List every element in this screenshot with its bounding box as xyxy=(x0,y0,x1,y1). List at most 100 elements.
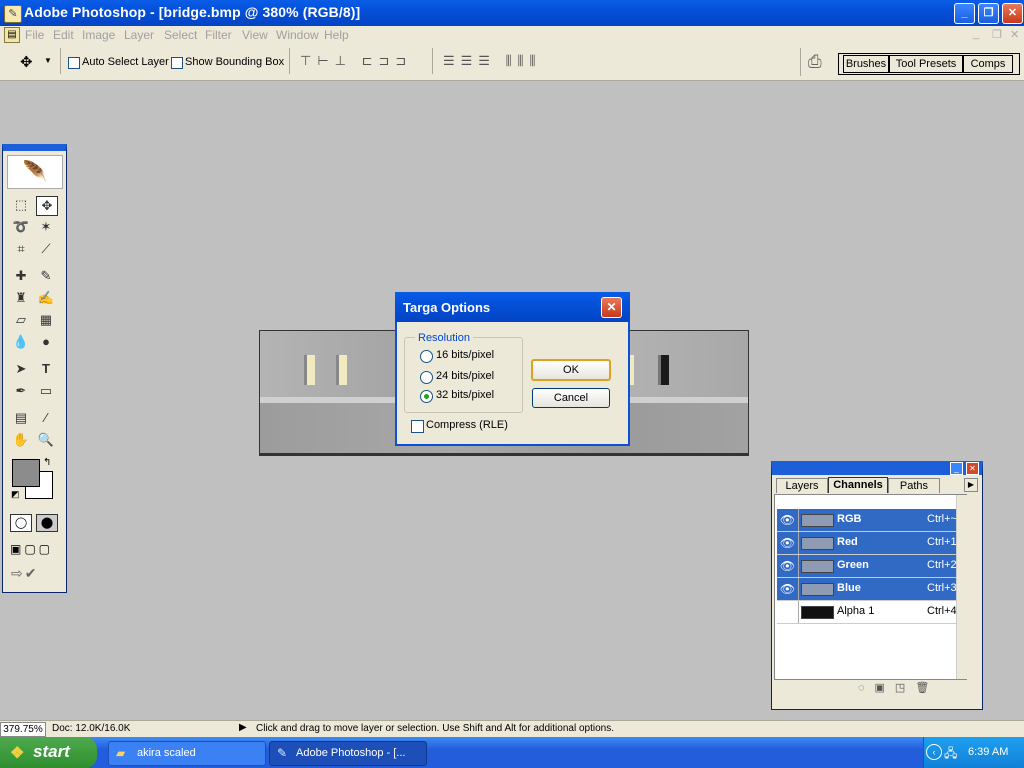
dialog-close-button[interactable]: ✕ xyxy=(601,297,622,318)
menu-help[interactable]: Help xyxy=(324,28,349,42)
panel-close-button[interactable]: ✕ xyxy=(966,462,979,475)
swap-colors-icon[interactable]: ↰ xyxy=(43,457,51,468)
file-browser-icon[interactable]: ⎙ xyxy=(808,52,822,72)
close-button[interactable]: ✕ xyxy=(1002,3,1023,24)
tab-channels[interactable]: Channels xyxy=(828,477,888,493)
move-tool-icon[interactable]: ✥ xyxy=(36,196,58,216)
slice-tool-icon[interactable]: ⟋ xyxy=(36,240,56,258)
foreground-color-swatch[interactable] xyxy=(12,459,40,487)
quick-mask-mode-icon[interactable]: ⬤ xyxy=(36,514,58,532)
toolbox: 🪶 ⬚ ✥ ➰ ✶ ⌗ ⟋ ✚ ✎ ♜ ✍ ▱ ▦ 💧 ● ➤ T ✒ ▭ ▤ … xyxy=(2,144,67,593)
eye-icon[interactable]: 👁 xyxy=(777,509,799,531)
minimize-button[interactable]: _ xyxy=(954,3,975,24)
rectangle-tool-icon[interactable]: ▭ xyxy=(36,382,56,400)
channel-row-alpha-1[interactable]: Alpha 1 Ctrl+4 xyxy=(777,601,966,624)
menu-filter[interactable]: Filter xyxy=(205,28,232,42)
channel-thumbnail xyxy=(801,537,834,550)
eye-icon[interactable]: 👁 xyxy=(777,532,799,554)
compress-rle-checkbox[interactable] xyxy=(411,420,424,433)
doc-close-icon[interactable]: ✕ xyxy=(1010,28,1019,41)
crop-tool-icon[interactable]: ⌗ xyxy=(11,240,31,258)
channel-thumbnail xyxy=(801,583,834,596)
tab-layers[interactable]: Layers xyxy=(776,478,828,493)
menu-view[interactable]: View xyxy=(242,28,268,42)
channels-list: 👁 RGB Ctrl+~ 👁 Red Ctrl+1 👁 Green Ctrl+2… xyxy=(774,494,967,680)
taskbar-item-label: akira scaled xyxy=(137,747,196,759)
path-selection-tool-icon[interactable]: ➤ xyxy=(11,360,31,378)
eraser-tool-icon[interactable]: ▱ xyxy=(11,311,31,329)
panel-menu-arrow-icon[interactable]: ▶ xyxy=(964,478,978,492)
blur-tool-icon[interactable]: 💧 xyxy=(11,333,31,351)
default-colors-icon[interactable]: ◩ xyxy=(11,489,20,500)
tray-expand-icon[interactable]: ‹ xyxy=(926,744,942,760)
tab-paths[interactable]: Paths xyxy=(888,478,940,493)
channel-shortcut: Ctrl+1 xyxy=(927,536,957,548)
magic-wand-tool-icon[interactable]: ✶ xyxy=(36,218,56,236)
zoom-field[interactable]: 379.75% xyxy=(0,722,46,737)
maximize-button[interactable]: ❐ xyxy=(978,3,999,24)
panel-bottom-icons[interactable]: ◌▣◳🗑 xyxy=(858,681,939,694)
start-button[interactable]: ❖ start xyxy=(0,737,97,768)
brush-tool-icon[interactable]: ✎ xyxy=(36,267,56,285)
show-bounding-box-checkbox[interactable] xyxy=(171,57,183,69)
history-brush-tool-icon[interactable]: ✍ xyxy=(36,289,56,307)
panel-minimize-button[interactable]: _ xyxy=(950,462,963,475)
menu-image[interactable]: Image xyxy=(82,28,115,42)
doc-restore-icon[interactable]: ❐ xyxy=(992,28,1002,41)
eye-icon[interactable]: 👁 xyxy=(777,578,799,600)
taskbar-item-akira-scaled[interactable]: ▰ akira scaled xyxy=(108,741,266,766)
radio-32-bits[interactable] xyxy=(420,390,433,403)
auto-select-layer-checkbox[interactable] xyxy=(68,57,80,69)
menu-window[interactable]: Window xyxy=(276,28,319,42)
adobe-feather-icon[interactable]: 🪶 xyxy=(7,155,63,189)
lasso-tool-icon[interactable]: ➰ xyxy=(11,218,31,236)
divider xyxy=(432,48,433,74)
ok-button[interactable]: OK xyxy=(531,359,611,381)
jump-to-imageready-icon[interactable]: ⇨✔ xyxy=(11,565,38,582)
menu-select[interactable]: Select xyxy=(164,28,197,42)
document-icon[interactable]: ▤ xyxy=(4,27,20,43)
channel-thumbnail xyxy=(801,560,834,573)
palette-well-comps-tab[interactable]: Comps xyxy=(963,55,1013,73)
network-icon[interactable]: 🖧 xyxy=(944,744,957,765)
hand-tool-icon[interactable]: ✋ xyxy=(11,431,31,449)
play-arrow-icon[interactable]: ▶ xyxy=(239,722,247,733)
screen-mode-icons[interactable]: ▣▢▢ xyxy=(10,542,53,556)
zoom-tool-icon[interactable]: 🔍 xyxy=(36,431,56,449)
menu-edit[interactable]: Edit xyxy=(53,28,74,42)
channel-name: RGB xyxy=(837,513,862,525)
clone-stamp-tool-icon[interactable]: ♜ xyxy=(11,289,31,307)
channel-row-green[interactable]: 👁 Green Ctrl+2 xyxy=(777,555,966,578)
chevron-down-icon[interactable]: ▼ xyxy=(44,56,52,65)
channel-name: Green xyxy=(837,559,869,571)
align-icons[interactable]: ⊤⊢⊥ ⊏⊐⊐ xyxy=(300,53,412,69)
palette-well: Brushes Tool Presets Comps xyxy=(838,53,1020,75)
cancel-button[interactable]: Cancel xyxy=(532,388,610,408)
type-tool-icon[interactable]: T xyxy=(36,360,56,378)
distribute-icons[interactable]: ☰☰☰ ⫼⫼⫼ xyxy=(443,53,542,69)
menu-layer[interactable]: Layer xyxy=(124,28,154,42)
dodge-tool-icon[interactable]: ● xyxy=(36,333,56,351)
menu-file[interactable]: File xyxy=(25,28,44,42)
taskbar-item-photoshop[interactable]: ✎ Adobe Photoshop - [... xyxy=(269,741,427,766)
visibility-toggle-empty[interactable] xyxy=(777,601,799,623)
healing-brush-tool-icon[interactable]: ✚ xyxy=(11,267,31,285)
eyedropper-tool-icon[interactable]: ⁄ xyxy=(36,409,56,427)
palette-well-brushes-tab[interactable]: Brushes xyxy=(843,55,889,73)
pen-tool-icon[interactable]: ✒ xyxy=(11,382,31,400)
channel-row-rgb[interactable]: 👁 RGB Ctrl+~ xyxy=(777,509,966,532)
channel-row-red[interactable]: 👁 Red Ctrl+1 xyxy=(777,532,966,555)
channel-row-blue[interactable]: 👁 Blue Ctrl+3 xyxy=(777,578,966,601)
notes-tool-icon[interactable]: ▤ xyxy=(11,409,31,427)
gradient-tool-icon[interactable]: ▦ xyxy=(36,311,56,329)
radio-24-bits[interactable] xyxy=(420,371,433,384)
marquee-tool-icon[interactable]: ⬚ xyxy=(11,196,31,214)
move-tool-preset-icon[interactable]: ✥ xyxy=(20,53,33,71)
standard-mode-icon[interactable]: ◯ xyxy=(10,514,32,532)
channels-scrollbar[interactable] xyxy=(956,495,967,679)
radio-16-bits[interactable] xyxy=(420,350,433,363)
eye-icon[interactable]: 👁 xyxy=(777,555,799,577)
photoshop-app-icon[interactable]: ✎ xyxy=(4,5,22,23)
doc-minimize-icon[interactable]: _ xyxy=(973,28,979,40)
palette-well-tool-presets-tab[interactable]: Tool Presets xyxy=(889,55,963,73)
